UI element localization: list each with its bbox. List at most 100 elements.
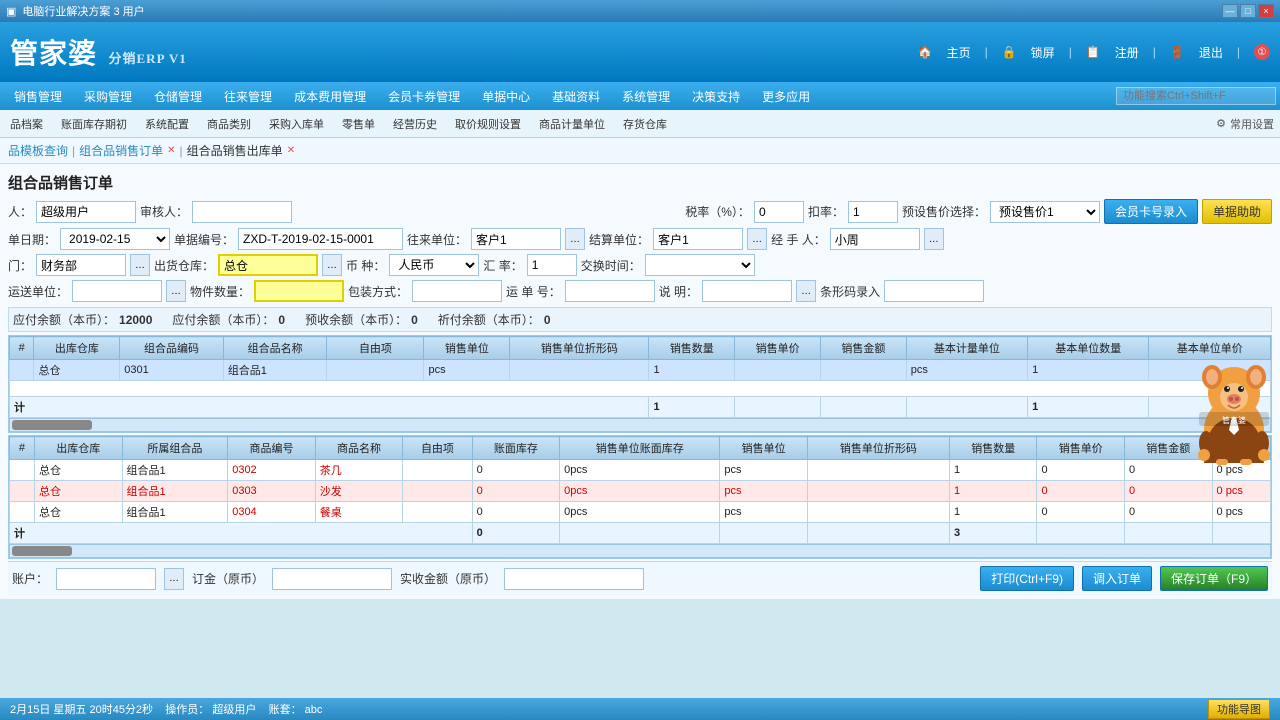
table-row[interactable]: 总仓 组合品1 0302 茶几 0 0pcs pcs 1 0 0 0 pcs	[10, 460, 1271, 481]
header-right: 🏠 主页 | 🔒 锁屏 | 📋 注册 | 🚪 退出 | ①	[918, 44, 1270, 61]
table-row[interactable]: 总仓 0301 组合品1 pcs 1 pcs 1	[10, 360, 1271, 381]
home-link[interactable]: 主页	[947, 44, 971, 61]
payee-dots[interactable]: …	[164, 568, 184, 590]
rate-input[interactable]	[527, 254, 577, 276]
bottom-form: 账户： … 订金（原币） 实收金额（原币） 打印(Ctrl+F9) 调入订单 保…	[8, 561, 1272, 595]
maximize-button[interactable]: □	[1240, 4, 1256, 18]
mascot-area: 管家婆	[1194, 355, 1274, 468]
breadcrumb-item-2[interactable]: 组合品销售订单	[79, 142, 163, 159]
table-total-row: 计 1 1	[10, 397, 1271, 418]
toolbar: 品档案 账面库存期初 系统配置 商品类别 采购入库单 零售单 经营历史 取价规则…	[0, 110, 1280, 138]
toolbar-unit[interactable]: 商品计量单位	[535, 114, 609, 134]
footer-account: abc	[305, 704, 323, 716]
col-free: 自由项	[327, 337, 424, 360]
footer-account-label: 账套：	[269, 704, 302, 716]
titlebar-title: 电脑行业解决方案 3 用户	[22, 3, 144, 19]
person-label: 人：	[8, 203, 32, 220]
toolbar-stock-wh[interactable]: 存货仓库	[619, 114, 671, 134]
nav-orders[interactable]: 单据中心	[472, 85, 540, 108]
exchange-time-select[interactable]	[645, 254, 755, 276]
breadcrumb-item-1[interactable]: 品模板查询	[8, 142, 68, 159]
help-map-button[interactable]: 功能导图	[1208, 699, 1270, 719]
toolbar-stock-init[interactable]: 账面库存期初	[57, 114, 131, 134]
nav-system[interactable]: 系统管理	[612, 85, 680, 108]
toolbar-product-cat[interactable]: 商品类别	[203, 114, 255, 134]
nav-decision[interactable]: 决策支持	[682, 85, 750, 108]
nav-member[interactable]: 会员卡券管理	[378, 85, 470, 108]
settle-unit-input[interactable]	[653, 228, 743, 250]
pack-label: 包装方式：	[348, 283, 408, 300]
discount-input[interactable]	[848, 201, 898, 223]
table1-scrollbar[interactable]	[9, 418, 1271, 432]
unpaid-value: 0	[544, 313, 551, 327]
ship-unit-dots[interactable]: …	[166, 280, 186, 302]
nav-sales[interactable]: 销售管理	[4, 85, 72, 108]
save-order-button[interactable]: 保存订单（F9）	[1160, 566, 1268, 591]
handler-dots[interactable]: …	[924, 228, 944, 250]
reviewer-input[interactable]	[192, 201, 292, 223]
ship-no-input[interactable]	[565, 280, 655, 302]
member-card-button[interactable]: 会员卡号录入	[1104, 199, 1198, 224]
price-select-label: 预设售价选择：	[902, 203, 986, 220]
payee-input[interactable]	[56, 568, 156, 590]
register-link[interactable]: 注册	[1115, 44, 1139, 61]
remark-dots[interactable]: …	[796, 280, 816, 302]
order-yuan-input[interactable]	[272, 568, 392, 590]
settle-unit-dots[interactable]: …	[747, 228, 767, 250]
warehouse-input[interactable]	[218, 254, 318, 276]
order-no-input[interactable]	[238, 228, 403, 250]
to-unit-input[interactable]	[471, 228, 561, 250]
close-tab-3[interactable]: ✕	[287, 145, 295, 156]
barcode-input[interactable]	[884, 280, 984, 302]
currency-select[interactable]: 人民币	[389, 254, 479, 276]
toolbar-product-file[interactable]: 品档案	[6, 114, 47, 134]
nav-basics[interactable]: 基础资料	[542, 85, 610, 108]
pack-input[interactable]	[412, 280, 502, 302]
nav-accounts[interactable]: 往来管理	[214, 85, 282, 108]
table-row[interactable]: 总仓 组合品1 0304 餐桌 0 0pcs pcs 1 0 0 0 pcs	[10, 502, 1271, 523]
nav-more[interactable]: 更多应用	[752, 85, 820, 108]
table-row[interactable]: 总仓 组合品1 0303 沙发 0 0pcs pcs 1 0 0 0 pcs	[10, 481, 1271, 502]
table2-scrollbar[interactable]	[9, 544, 1271, 558]
nav-warehouse[interactable]: 仓储管理	[144, 85, 212, 108]
reviewer-label: 审核人：	[140, 203, 188, 220]
to-unit-dots[interactable]: …	[565, 228, 585, 250]
tax-input[interactable]	[754, 201, 804, 223]
titlebar: ▣ 电脑行业解决方案 3 用户 — □ ×	[0, 0, 1280, 22]
date-select[interactable]: 2019-02-15	[60, 228, 170, 250]
toolbar-pricing[interactable]: 取价规则设置	[451, 114, 525, 134]
toolbar-sys-config[interactable]: 系统配置	[141, 114, 193, 134]
price-select[interactable]: 预设售价1	[990, 201, 1100, 223]
import-order-button[interactable]: 调入订单	[1082, 566, 1152, 591]
barcode-label: 条形码录入	[820, 283, 880, 300]
help-button[interactable]: 单据助助	[1202, 199, 1272, 224]
nav-search-input[interactable]	[1116, 87, 1276, 105]
col2-unit: 销售单位	[720, 437, 808, 460]
print-button[interactable]: 打印(Ctrl+F9)	[980, 566, 1074, 591]
due-balance: 应付余额（本币）： 0	[172, 311, 285, 328]
person-input[interactable]	[36, 201, 136, 223]
dept-dots[interactable]: …	[130, 254, 150, 276]
toolbar-purchase-in[interactable]: 采购入库单	[265, 114, 328, 134]
warehouse-label: 出货仓库：	[154, 257, 214, 274]
close-tab-2[interactable]: ✕	[167, 145, 175, 156]
minimize-button[interactable]: —	[1222, 4, 1238, 18]
handler-input[interactable]	[830, 228, 920, 250]
dept-input[interactable]	[36, 254, 126, 276]
nav-cost[interactable]: 成本费用管理	[284, 85, 376, 108]
close-button[interactable]: ×	[1258, 4, 1274, 18]
toolbar-settings[interactable]: ⚙ 常用设置	[1216, 116, 1274, 132]
item-count-input[interactable]	[254, 280, 344, 302]
remark-input[interactable]	[702, 280, 792, 302]
actual-input[interactable]	[504, 568, 644, 590]
footer-date: 2月15日 星期五 20时45分2秒	[10, 704, 153, 716]
lock-icon: 🔒	[1002, 45, 1017, 59]
exit-link[interactable]: 退出	[1199, 44, 1223, 61]
lock-link[interactable]: 锁屏	[1031, 44, 1055, 61]
toolbar-history[interactable]: 经营历史	[389, 114, 441, 134]
combo-table-wrapper: # 出库仓库 组合品编码 组合品名称 自由项 销售单位 销售单位折形码 销售数量…	[8, 335, 1272, 433]
ship-unit-input[interactable]	[72, 280, 162, 302]
warehouse-dots[interactable]: …	[322, 254, 342, 276]
toolbar-retail[interactable]: 零售单	[338, 114, 379, 134]
nav-purchase[interactable]: 采购管理	[74, 85, 142, 108]
